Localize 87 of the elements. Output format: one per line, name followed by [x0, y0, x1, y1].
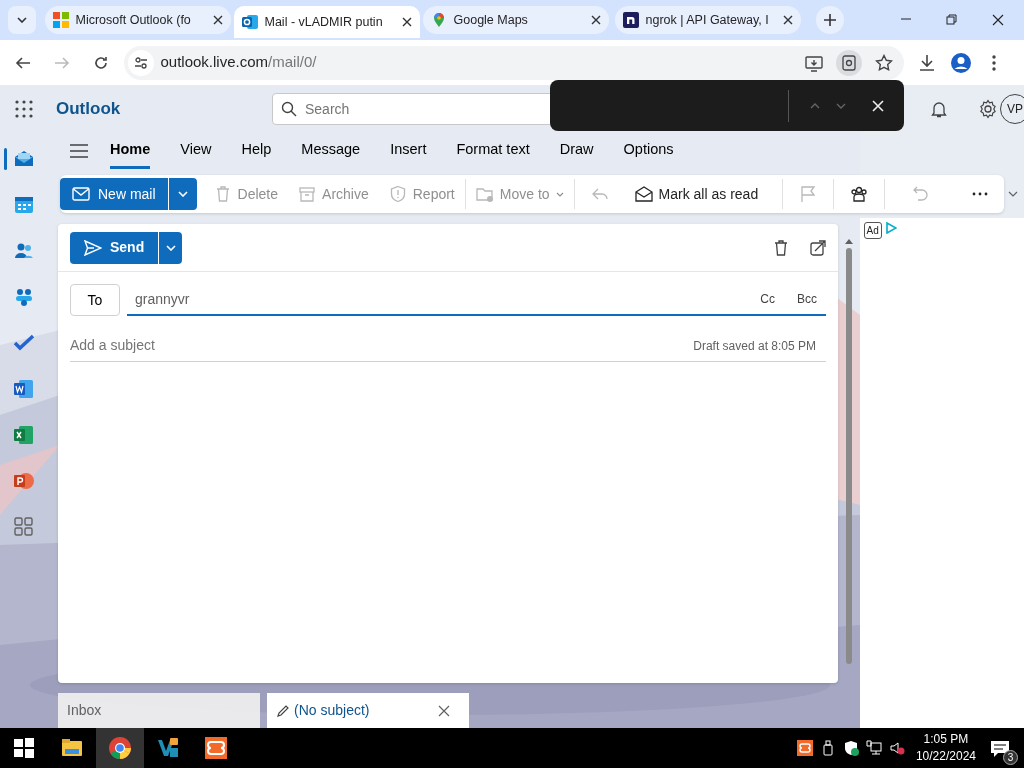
close-icon[interactable]: [438, 704, 450, 717]
windows-logo-icon[interactable]: [12, 736, 36, 760]
plus-icon: [823, 14, 836, 26]
menu-icon[interactable]: [992, 54, 996, 71]
search-icon[interactable]: [281, 100, 297, 117]
ribbon-tab[interactable]: View: [180, 132, 212, 170]
settings-icon[interactable]: [978, 98, 998, 119]
archive-icon: [298, 185, 317, 203]
ribbon-tab[interactable]: Format text: [456, 132, 530, 170]
chrome-icon[interactable]: [108, 736, 132, 760]
to-button[interactable]: To: [70, 284, 120, 316]
pop-out-icon[interactable]: [810, 239, 826, 256]
tab-title: ngrok | API Gateway, I: [645, 11, 770, 29]
tab[interactable]: (No subject): [267, 693, 469, 728]
scroll-up-icon[interactable]: [845, 238, 853, 244]
send-button[interactable]: Send: [70, 231, 159, 264]
ribbon-tab[interactable]: Options: [623, 132, 674, 170]
shield-icon: [388, 185, 407, 203]
document-icon: [13, 377, 35, 400]
cc-button[interactable]: Cc: [759, 289, 776, 309]
app-launcher-icon[interactable]: [15, 99, 33, 118]
ribbon-tab[interactable]: Insert: [390, 132, 427, 170]
folder-icon: [475, 185, 494, 203]
bcc-button[interactable]: Bcc: [796, 289, 818, 309]
open-envelope-icon: [634, 185, 653, 203]
chevron-down-icon[interactable]: [1008, 191, 1018, 197]
chevron-up-icon[interactable]: [810, 102, 820, 109]
notification-count: 3: [1003, 749, 1018, 765]
send-icon: [84, 239, 102, 256]
subject-field[interactable]: Add a subject: [70, 335, 694, 356]
envelope-icon: [72, 187, 90, 201]
tab-title: Microsoft Outlook (fo: [75, 11, 192, 29]
new-tab-button[interactable]: [815, 6, 844, 34]
bell-icon[interactable]: [930, 99, 948, 118]
chevron-down-icon[interactable]: [836, 102, 846, 109]
browser-tab[interactable]: Microsoft Outlook (fo: [44, 6, 231, 34]
notification-icon[interactable]: [990, 739, 1010, 758]
chevron-down-icon: [177, 191, 188, 197]
clock[interactable]: 1:05 PM 10/22/2024: [915, 731, 976, 765]
chevron-down-icon: [16, 17, 27, 23]
ribbon-tab[interactable]: Help: [241, 132, 272, 170]
chevron-down-icon: [555, 191, 564, 197]
windows-logo-icon: [52, 12, 69, 28]
spreadsheet-icon: [13, 423, 35, 446]
speaker-muted-icon[interactable]: [888, 740, 905, 756]
mail-icon: [241, 14, 258, 30]
install-icon[interactable]: [804, 53, 823, 72]
dropdown-button[interactable]: [168, 178, 197, 210]
menu-icon[interactable]: [70, 144, 88, 158]
close-icon[interactable]: [212, 15, 223, 25]
tab-list-button[interactable]: [7, 6, 36, 34]
apps-icon: [13, 515, 35, 538]
restore-icon[interactable]: [945, 14, 958, 26]
recipient-field[interactable]: grannyvr Cc Bcc: [127, 284, 826, 316]
ribbon-tab[interactable]: Message: [301, 132, 361, 170]
dropdown-button[interactable]: [159, 231, 183, 264]
ribbon-tab[interactable]: Draw: [559, 132, 594, 170]
letter-tile-icon: [622, 12, 639, 28]
site-settings-icon[interactable]: [133, 55, 148, 70]
browser-tab[interactable]: Mail - vLADMIR putin: [233, 6, 420, 38]
trash-icon[interactable]: [772, 238, 790, 257]
ad-label: Ad: [863, 221, 882, 239]
back-icon[interactable]: [15, 54, 31, 71]
chevron-down-icon: [165, 244, 176, 251]
browser-tab[interactable]: Google Maps: [422, 6, 609, 34]
close-icon[interactable]: [401, 17, 412, 27]
ribbon-tab[interactable]: Home: [110, 132, 151, 170]
toolbar-button[interactable]: Mark all as read: [624, 175, 783, 213]
draft-status: Draft saved at 8:05 PM: [693, 337, 816, 355]
network-icon[interactable]: [865, 740, 882, 756]
close-icon[interactable]: [590, 15, 601, 25]
new-mail-button[interactable]: New mail: [60, 178, 168, 210]
pencil-icon: [276, 703, 290, 718]
adchoices-icon[interactable]: [885, 221, 898, 234]
download-icon[interactable]: [918, 53, 936, 72]
scrollbar-thumb[interactable]: [846, 248, 852, 664]
browser-tab[interactable]: ngrok | API Gateway, I: [614, 6, 801, 34]
reload-icon[interactable]: [93, 54, 109, 71]
tab-title: Mail - vLADMIR putin: [264, 13, 384, 31]
tab[interactable]: Inbox: [58, 693, 260, 728]
app-name[interactable]: Outlook: [56, 95, 272, 122]
close-icon[interactable]: [991, 14, 1004, 26]
tab-title: Google Maps: [453, 11, 529, 29]
shield-icon[interactable]: [842, 740, 859, 756]
close-icon[interactable]: [782, 15, 793, 25]
star-icon[interactable]: [874, 53, 893, 72]
profile-icon[interactable]: [950, 51, 972, 74]
